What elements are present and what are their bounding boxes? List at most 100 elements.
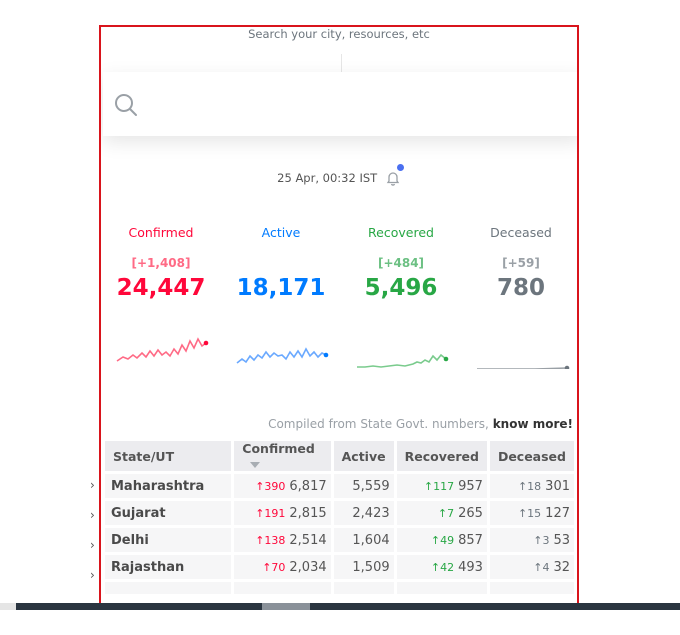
recovered-delta: ↑7 (437, 506, 455, 520)
table-row[interactable]: Rajasthan ↑70 2,034 1,509 ↑42 493 ↑4 32 (105, 555, 574, 579)
recovered-value: 857 (458, 532, 483, 548)
partial-cell (234, 582, 331, 594)
stat-deceased: Deceased [+59] 780 (461, 225, 577, 301)
stat-value: 780 (496, 275, 545, 301)
taskbar-edge (0, 603, 16, 610)
expand-chevron-icon[interactable]: › (90, 508, 95, 522)
notification-dot (396, 164, 404, 171)
recovered-value: 265 (458, 505, 483, 521)
sort-down-icon (250, 461, 261, 468)
expand-chevron-icon[interactable]: › (90, 538, 95, 552)
recovered-cell: ↑42 493 (396, 555, 487, 579)
expand-chevron-icon[interactable]: › (90, 478, 95, 492)
stat-recovered: Recovered [+484] 5,496 (341, 225, 461, 301)
stat-value: 24,447 (116, 275, 206, 301)
table-header-row: State/UT Confirmed Active Recovered Dece… (105, 441, 574, 471)
state-name[interactable]: Gujarat (105, 501, 232, 525)
state-name[interactable]: Maharashtra (105, 474, 232, 498)
confirmed-value: 2,034 (289, 559, 327, 575)
stat-label: Confirmed (128, 225, 194, 240)
stat-label: Deceased (490, 225, 552, 240)
compiled-note: Compiled from State Govt. numbers, know … (268, 417, 573, 431)
deceased-cell: ↑4 32 (489, 555, 574, 579)
confirmed-delta: ↑70 (262, 560, 286, 574)
app-viewport: Search your city, resources, etc 25 Apr,… (99, 25, 579, 608)
sparkline-recovered (357, 353, 449, 368)
state-name[interactable]: Rajasthan (105, 555, 232, 579)
confirmed-delta: ↑390 (255, 479, 286, 493)
recovered-value: 957 (458, 478, 483, 494)
active-value: 5,559 (333, 474, 394, 498)
deceased-value: 301 (545, 478, 570, 494)
stat-label: Recovered (368, 225, 434, 240)
deceased-delta: ↑18 (517, 479, 542, 493)
deceased-delta: ↑4 (533, 560, 550, 574)
deceased-cell: ↑15 127 (489, 501, 574, 525)
table-row[interactable]: Maharashtra ↑390 6,817 5,559 ↑117 957 ↑18 3… (105, 474, 574, 498)
deceased-value: 53 (553, 532, 570, 548)
deceased-value: 127 (545, 505, 570, 521)
active-value: 2,423 (333, 501, 394, 525)
deceased-delta: ↑3 (533, 533, 550, 547)
know-more-link[interactable]: know more! (493, 417, 573, 431)
stat-label: Active (261, 225, 301, 240)
stat-confirmed: Confirmed [+1,408] 24,447 (101, 225, 221, 301)
sparkline-active (236, 347, 329, 364)
scrollbar-thumb[interactable] (262, 603, 310, 610)
notification-bell-icon[interactable] (385, 164, 404, 186)
horizontal-scrollbar[interactable] (16, 603, 680, 610)
search-icon (115, 94, 137, 116)
confirmed-delta: ↑138 (255, 533, 286, 547)
deceased-delta: ↑15 (517, 506, 542, 520)
recovered-delta: ↑42 (430, 560, 455, 574)
deceased-cell: ↑18 301 (489, 474, 574, 498)
header-state[interactable]: State/UT (105, 441, 232, 471)
state-table: State/UT Confirmed Active Recovered Dece… (102, 438, 577, 597)
table-row[interactable]: Gujarat ↑191 2,815 2,423 ↑7 265 ↑15 127 (105, 501, 574, 525)
partial-cell (333, 582, 394, 594)
header-confirmed-label: Confirmed (242, 441, 315, 456)
search-hint: Search your city, resources, etc (248, 27, 430, 41)
header-deceased[interactable]: Deceased (489, 441, 574, 471)
confirmed-value: 2,815 (289, 505, 327, 521)
expand-chevron-icon[interactable]: › (90, 568, 95, 582)
stat-delta: [+484] (377, 256, 425, 270)
deceased-value: 32 (553, 559, 570, 575)
recovered-cell: ↑117 957 (396, 474, 487, 498)
confirmed-value: 6,817 (289, 478, 327, 494)
partial-cell (105, 582, 232, 594)
header-confirmed[interactable]: Confirmed (234, 441, 331, 471)
sparkline-confirmed (116, 337, 209, 362)
table-row[interactable]: Delhi ↑138 2,514 1,604 ↑49 857 ↑3 53 (105, 528, 574, 552)
header-active[interactable]: Active (333, 441, 394, 471)
sparkline-deceased (477, 365, 570, 369)
recovered-cell: ↑49 857 (396, 528, 487, 552)
active-value: 1,509 (333, 555, 394, 579)
recovered-cell: ↑7 265 (396, 501, 487, 525)
confirmed-cell: ↑390 6,817 (234, 474, 331, 498)
state-name[interactable]: Delhi (105, 528, 232, 552)
partial-cell (489, 582, 574, 594)
confirmed-cell: ↑70 2,034 (234, 555, 331, 579)
stat-delta (221, 256, 341, 271)
compiled-text: Compiled from State Govt. numbers, (268, 417, 493, 431)
confirmed-delta: ↑191 (255, 506, 286, 520)
stat-delta: [+1,408] (131, 256, 191, 270)
partial-cell (396, 582, 487, 594)
stat-active: Active 18,171 (221, 225, 341, 301)
stat-value: 5,496 (364, 275, 438, 301)
divider (341, 54, 342, 72)
recovered-delta: ↑117 (423, 479, 455, 493)
confirmed-cell: ↑138 2,514 (234, 528, 331, 552)
header-recovered[interactable]: Recovered (396, 441, 487, 471)
search-box[interactable] (103, 72, 577, 136)
stat-delta: [+59] (502, 256, 540, 270)
deceased-cell: ↑3 53 (489, 528, 574, 552)
active-value: 1,604 (333, 528, 394, 552)
stat-value: 18,171 (236, 275, 326, 301)
confirmed-value: 2,514 (289, 532, 327, 548)
last-updated: 25 Apr, 00:32 IST (101, 164, 577, 186)
confirmed-cell: ↑191 2,815 (234, 501, 331, 525)
table-row-partial[interactable] (105, 582, 574, 594)
search-input[interactable] (149, 90, 553, 120)
